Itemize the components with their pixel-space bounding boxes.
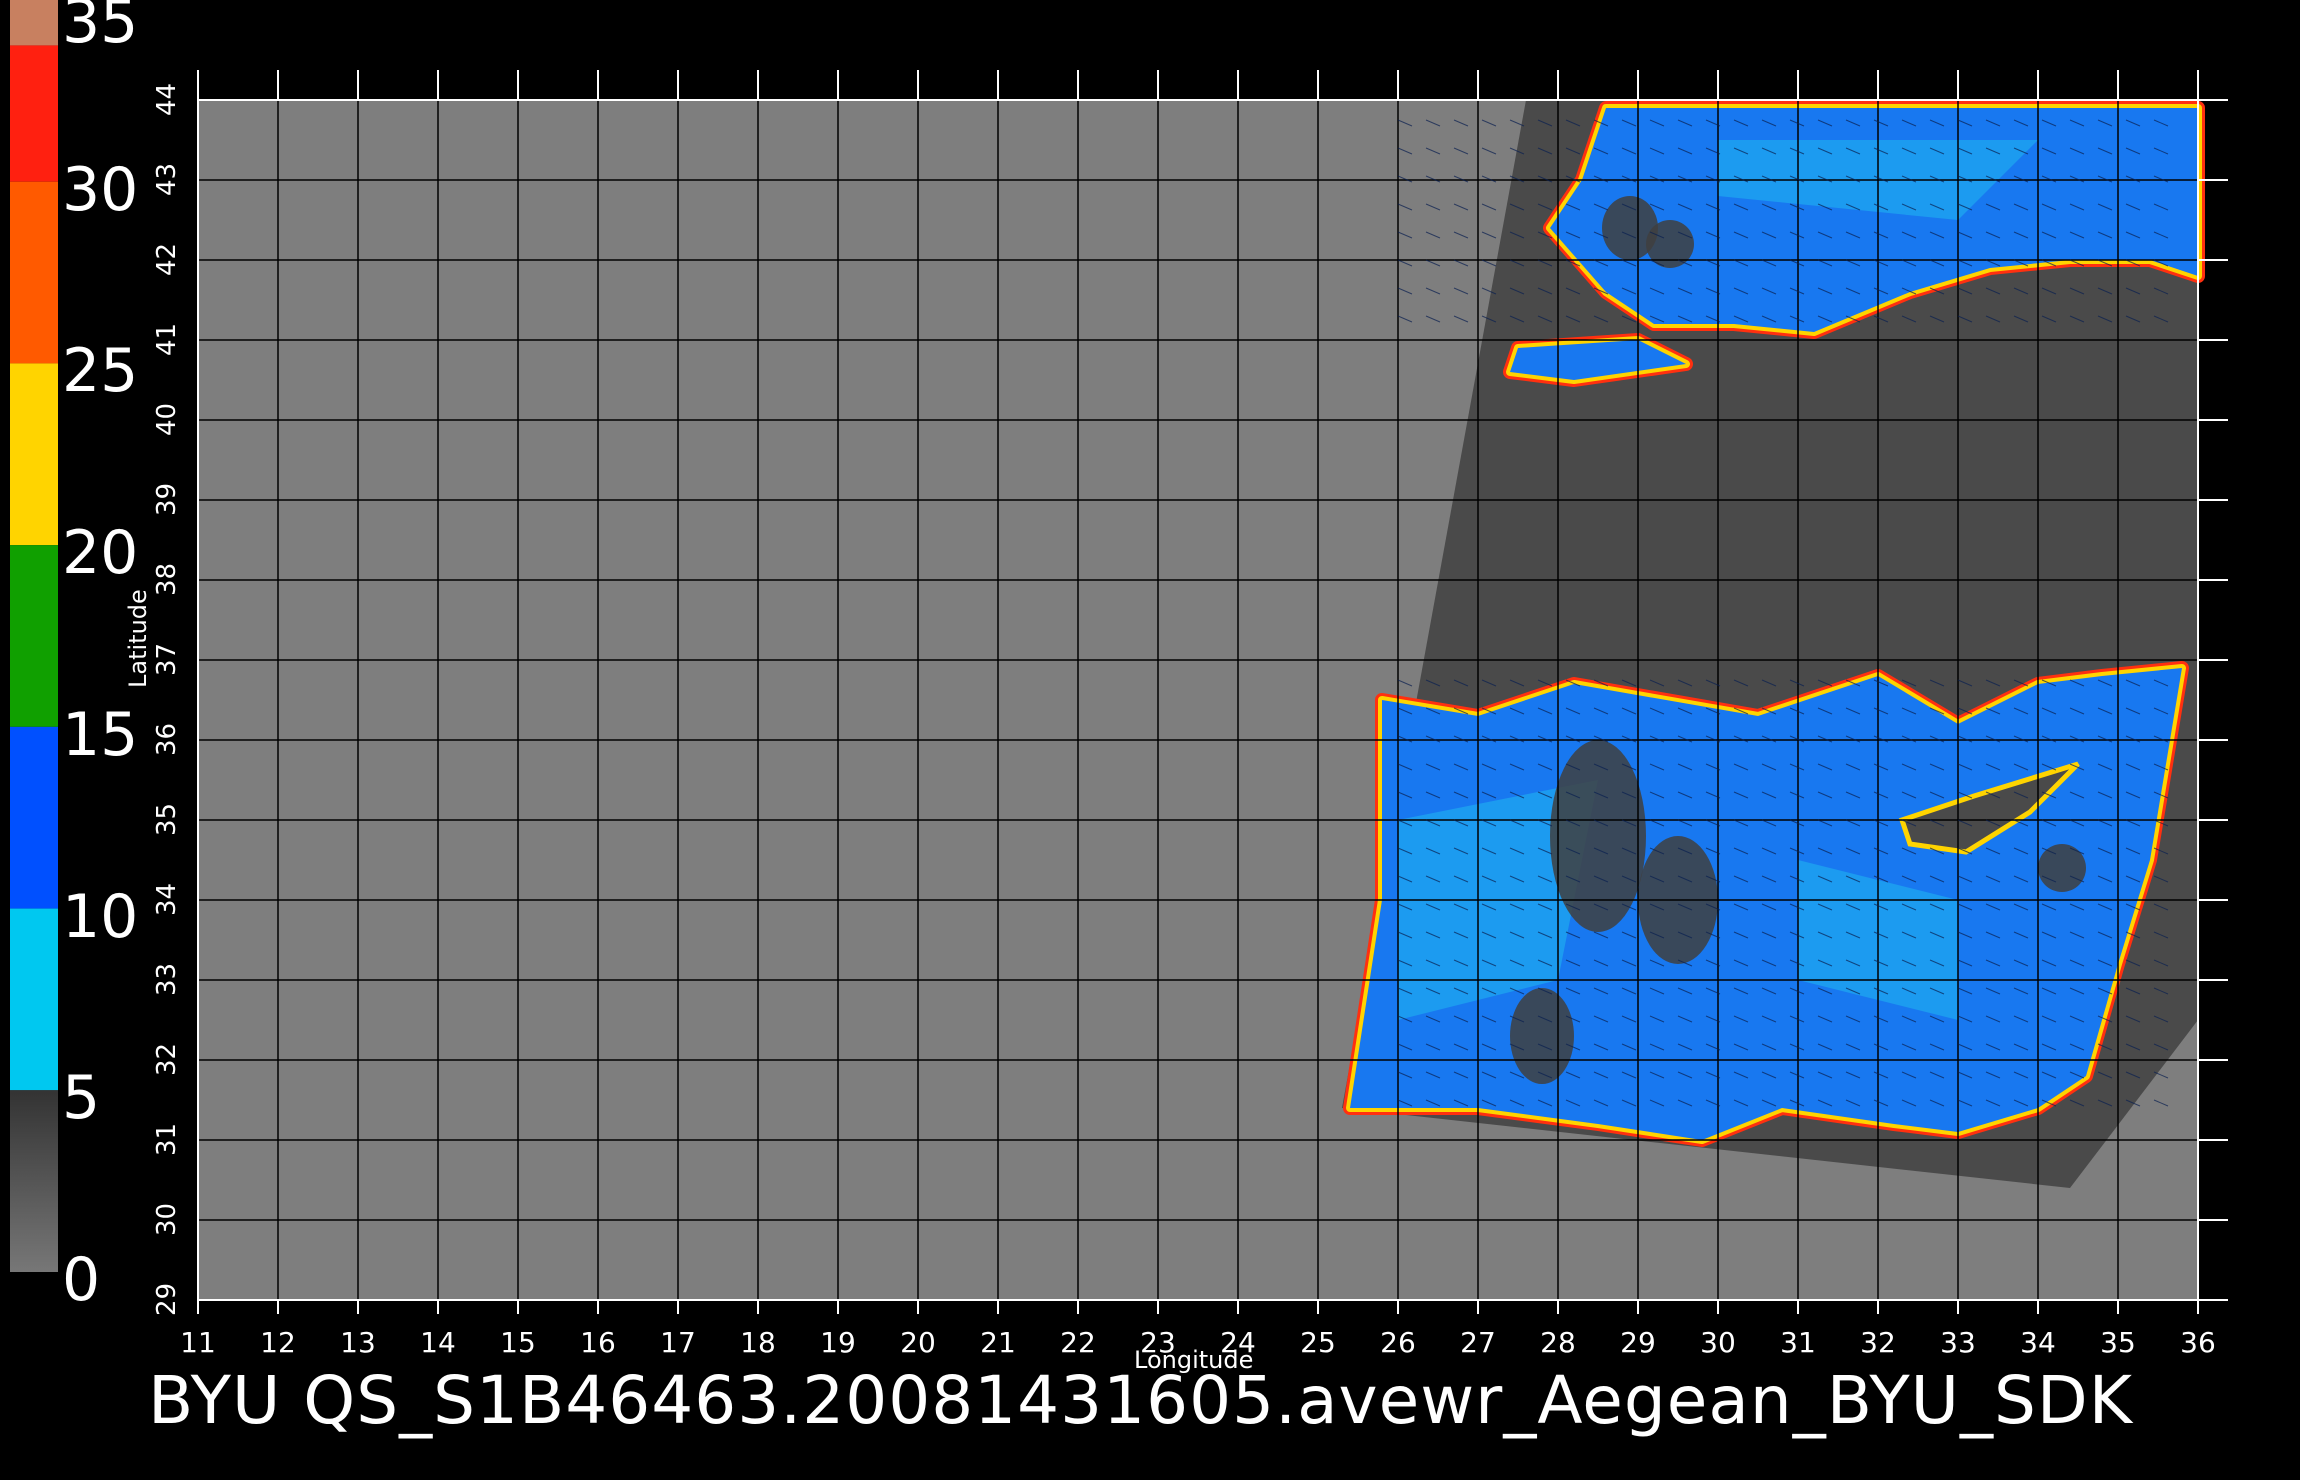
- longitude-tick-label: 13: [340, 1326, 376, 1359]
- latitude-tick-label: 33: [152, 962, 182, 996]
- latitude-tick-label: 42: [152, 242, 182, 276]
- latitude-tick-label: 38: [152, 562, 182, 596]
- longitude-tick-label: 21: [980, 1326, 1016, 1359]
- longitude-tick-label: 32: [1860, 1326, 1896, 1359]
- latitude-tick-label: 44: [152, 82, 182, 116]
- latitude-tick-label: 35: [152, 802, 182, 836]
- longitude-tick-label: 26: [1380, 1326, 1416, 1359]
- latitude-tick-label: 29: [152, 1282, 182, 1316]
- latitude-tick-label: 40: [152, 402, 182, 436]
- longitude-tick-label: 20: [900, 1326, 936, 1359]
- longitude-tick-label: 12: [260, 1326, 296, 1359]
- wind-speed-map: [188, 70, 2228, 1314]
- longitude-tick-label: 18: [740, 1326, 776, 1359]
- longitude-tick-label: 30: [1700, 1326, 1736, 1359]
- longitude-tick-label: 33: [1940, 1326, 1976, 1359]
- longitude-tick-label: 17: [660, 1326, 696, 1359]
- longitude-tick-label: 15: [500, 1326, 536, 1359]
- longitude-tick-label: 27: [1460, 1326, 1496, 1359]
- longitude-tick-label: 25: [1300, 1326, 1336, 1359]
- latitude-tick-label: 41: [152, 322, 182, 356]
- y-axis-label: Latitude: [124, 589, 152, 688]
- longitude-tick-label: 14: [420, 1326, 456, 1359]
- calm-zone-2: [1510, 988, 1574, 1084]
- longitude-tick-label: 35: [2100, 1326, 2136, 1359]
- file-name-caption: BYU QS_S1B46463.20081431605.avewr_Aegean…: [148, 1362, 2133, 1439]
- latitude-tick-label: 37: [152, 642, 182, 676]
- longitude-tick-label: 29: [1620, 1326, 1656, 1359]
- latitude-tick-label: 32: [152, 1042, 182, 1076]
- latitude-tick-label: 43: [152, 162, 182, 196]
- longitude-tick-label: 19: [820, 1326, 856, 1359]
- latitude-tick-label: 31: [152, 1122, 182, 1156]
- latitude-tick-label: 30: [152, 1202, 182, 1236]
- calm-zone-4: [1646, 220, 1694, 268]
- longitude-tick-label: 36: [2180, 1326, 2216, 1359]
- calm-zone-5: [2038, 844, 2086, 892]
- longitude-tick-label: 11: [180, 1326, 216, 1359]
- latitude-tick-label: 36: [152, 722, 182, 756]
- latitude-tick-label: 39: [152, 482, 182, 516]
- latitude-tick-label: 34: [152, 882, 182, 916]
- longitude-tick-label: 31: [1780, 1326, 1816, 1359]
- longitude-tick-label: 22: [1060, 1326, 1096, 1359]
- longitude-tick-label: 34: [2020, 1326, 2056, 1359]
- calm-zone-0: [1550, 740, 1646, 932]
- longitude-tick-label: 16: [580, 1326, 616, 1359]
- longitude-tick-label: 28: [1540, 1326, 1576, 1359]
